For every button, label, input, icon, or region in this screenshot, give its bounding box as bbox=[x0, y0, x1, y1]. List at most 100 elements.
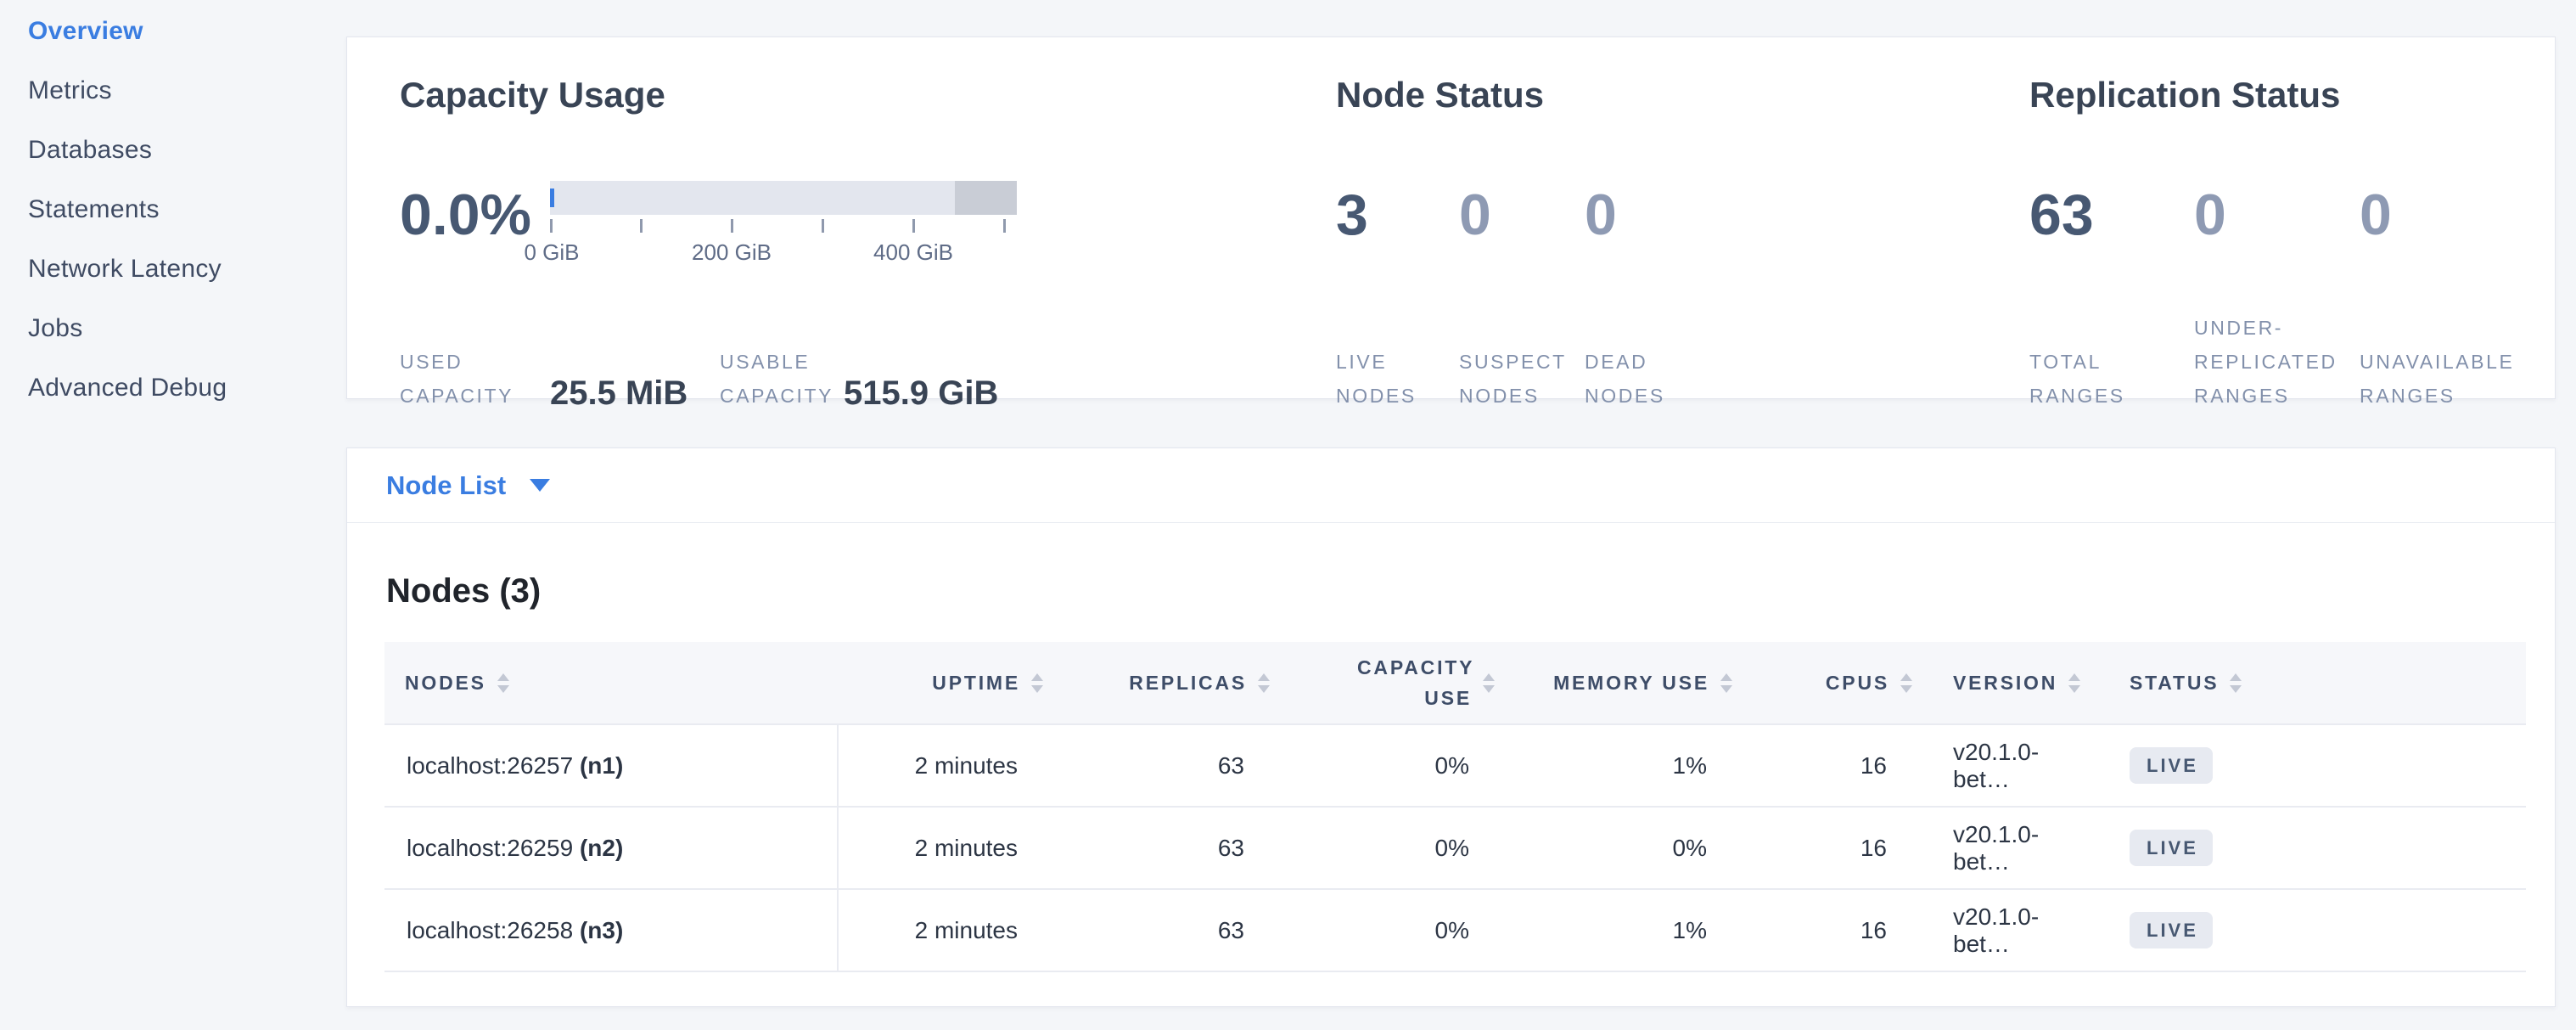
column-header-nodes[interactable]: NODES bbox=[384, 642, 838, 724]
chevron-down-icon bbox=[530, 479, 550, 492]
capacity-usage-title: Capacity Usage bbox=[400, 75, 665, 115]
sidebar-item-network-latency[interactable]: Network Latency bbox=[0, 239, 345, 299]
suspect-nodes-count: 0 bbox=[1459, 172, 1585, 258]
sort-icon bbox=[1483, 673, 1495, 693]
sort-icon bbox=[1720, 673, 1732, 693]
replicas-cell: 63 bbox=[1043, 889, 1270, 971]
node-status-section: Node Status 3 0 0 LIVE NODES SUSPECT NOD… bbox=[1336, 37, 1930, 398]
capacity-stats: USED CAPACITY 25.5 MiB USABLE CAPACITY 5… bbox=[400, 302, 998, 413]
capacity-axis-ticks bbox=[550, 219, 1017, 238]
column-label: STATUS bbox=[2130, 672, 2219, 695]
unavailable-ranges-label: UNAVAILABLE RANGES bbox=[2360, 345, 2563, 413]
nodes-heading: Nodes (3) bbox=[386, 572, 541, 611]
status-cell: LIVE bbox=[2089, 889, 2526, 971]
node-status-values: 3 0 0 bbox=[1336, 172, 1771, 258]
used-capacity-value: 25.5 MiB bbox=[550, 374, 720, 413]
version-cell: v20.1.0-bet… bbox=[1912, 807, 2089, 889]
version-cell: v20.1.0-bet… bbox=[1912, 889, 2089, 971]
axis-tick bbox=[731, 219, 733, 233]
under-replicated-ranges-label: UNDER-REPLICATED RANGES bbox=[2194, 311, 2343, 413]
status-badge: LIVE bbox=[2130, 912, 2213, 948]
node-status-title: Node Status bbox=[1336, 75, 1544, 115]
sort-icon bbox=[1031, 673, 1043, 693]
axis-label: 200 GiB bbox=[692, 239, 772, 266]
node-id: (n1) bbox=[580, 752, 623, 779]
version-cell: v20.1.0-bet… bbox=[1912, 724, 2089, 807]
node-address-cell[interactable]: localhost:26257 (n1) bbox=[384, 724, 838, 807]
capacity-bar-track bbox=[550, 181, 1017, 215]
column-label: NODES bbox=[405, 672, 486, 695]
column-label: UPTIME bbox=[932, 672, 1020, 695]
dead-nodes-count: 0 bbox=[1585, 172, 1771, 258]
capacity-axis-labels: 0 GiB 200 GiB 400 GiB bbox=[550, 238, 1017, 267]
status-badge: LIVE bbox=[2130, 830, 2213, 866]
table-row-node-2[interactable]: localhost:26259 (n2) 2 minutes 63 0% 0% … bbox=[384, 807, 2526, 889]
axis-tick bbox=[640, 219, 643, 233]
node-id: (n2) bbox=[580, 835, 623, 861]
sort-icon bbox=[2068, 673, 2080, 693]
node-address: localhost:26257 bbox=[407, 752, 573, 779]
column-header-version[interactable]: VERSION bbox=[1912, 642, 2089, 724]
unavailable-ranges-count: 0 bbox=[2360, 172, 2576, 258]
column-label: REPLICAS bbox=[1129, 672, 1247, 695]
sidebar-item-metrics[interactable]: Metrics bbox=[0, 61, 345, 121]
column-header-memory-use[interactable]: MEMORY USE bbox=[1495, 642, 1732, 724]
replicas-cell: 63 bbox=[1043, 807, 1270, 889]
node-status-labels: LIVE NODES SUSPECT NODES DEAD NODES bbox=[1336, 302, 1771, 413]
suspect-nodes-label: SUSPECT NODES bbox=[1459, 345, 1571, 413]
capacity-use-cell: 0% bbox=[1270, 889, 1495, 971]
replication-status-labels: TOTAL RANGES UNDER-REPLICATED RANGES UNA… bbox=[2029, 302, 2576, 413]
sidebar-item-jobs[interactable]: Jobs bbox=[0, 299, 345, 358]
sidebar-item-overview[interactable]: Overview bbox=[0, 2, 345, 61]
uptime-cell: 2 minutes bbox=[838, 889, 1043, 971]
status-cell: LIVE bbox=[2089, 807, 2526, 889]
cpus-cell: 16 bbox=[1732, 889, 1912, 971]
column-label: CAPACITY USE bbox=[1357, 652, 1472, 713]
sort-icon bbox=[2230, 673, 2242, 693]
axis-tick bbox=[912, 219, 915, 233]
sort-icon bbox=[1900, 673, 1912, 693]
total-ranges-count: 63 bbox=[2029, 172, 2194, 258]
table-row-node-1[interactable]: localhost:26257 (n1) 2 minutes 63 0% 1% … bbox=[384, 724, 2526, 807]
sidebar: Overview Metrics Databases Statements Ne… bbox=[0, 0, 345, 1030]
under-replicated-ranges-count: 0 bbox=[2194, 172, 2360, 258]
cpus-cell: 16 bbox=[1732, 807, 1912, 889]
column-header-uptime[interactable]: UPTIME bbox=[838, 642, 1043, 724]
node-address-cell[interactable]: localhost:26259 (n2) bbox=[384, 807, 838, 889]
sort-icon bbox=[497, 673, 509, 693]
memory-use-cell: 1% bbox=[1495, 889, 1732, 971]
status-cell: LIVE bbox=[2089, 724, 2526, 807]
sidebar-item-statements[interactable]: Statements bbox=[0, 180, 345, 239]
sidebar-item-databases[interactable]: Databases bbox=[0, 121, 345, 180]
replication-status-title: Replication Status bbox=[2029, 75, 2340, 115]
node-address-cell[interactable]: localhost:26258 (n3) bbox=[384, 889, 838, 971]
memory-use-cell: 1% bbox=[1495, 724, 1732, 807]
view-selector-label: Node List bbox=[386, 470, 506, 501]
column-label: VERSION bbox=[1953, 672, 2057, 695]
column-label: CPUS bbox=[1826, 672, 1889, 695]
sidebar-item-advanced-debug[interactable]: Advanced Debug bbox=[0, 358, 345, 418]
nodes-card-toolbar: Node List bbox=[347, 448, 2555, 523]
column-header-cpus[interactable]: CPUS bbox=[1732, 642, 1912, 724]
cluster-summary-card: Capacity Usage 0.0% 0 GiB 200 GiB bbox=[346, 37, 2556, 399]
axis-label: 0 GiB bbox=[524, 239, 579, 266]
column-header-status[interactable]: STATUS bbox=[2089, 642, 2526, 724]
memory-use-cell: 0% bbox=[1495, 807, 1732, 889]
column-header-replicas[interactable]: REPLICAS bbox=[1043, 642, 1270, 724]
capacity-bar-used-segment bbox=[550, 189, 554, 207]
table-row-node-3[interactable]: localhost:26258 (n3) 2 minutes 63 0% 1% … bbox=[384, 889, 2526, 971]
view-selector-dropdown[interactable]: Node List bbox=[386, 470, 550, 501]
node-address: localhost:26259 bbox=[407, 835, 573, 861]
uptime-cell: 2 minutes bbox=[838, 724, 1043, 807]
total-ranges-label: TOTAL RANGES bbox=[2029, 345, 2177, 413]
axis-label: 400 GiB bbox=[873, 239, 953, 266]
capacity-use-cell: 0% bbox=[1270, 807, 1495, 889]
capacity-bar-reserved-segment bbox=[955, 181, 1017, 215]
uptime-cell: 2 minutes bbox=[838, 807, 1043, 889]
capacity-used-percent: 0.0% bbox=[400, 172, 531, 258]
nodes-card: Node List Nodes (3) NODES UPTIME bbox=[346, 447, 2556, 1007]
column-header-capacity-use[interactable]: CAPACITY USE bbox=[1270, 642, 1495, 724]
used-capacity-label: USED CAPACITY bbox=[400, 345, 550, 413]
table-header-row: NODES UPTIME REPLICAS CAPACITY USE MEMOR… bbox=[384, 642, 2526, 724]
capacity-bar-chart: 0 GiB 200 GiB 400 GiB bbox=[550, 181, 1017, 267]
